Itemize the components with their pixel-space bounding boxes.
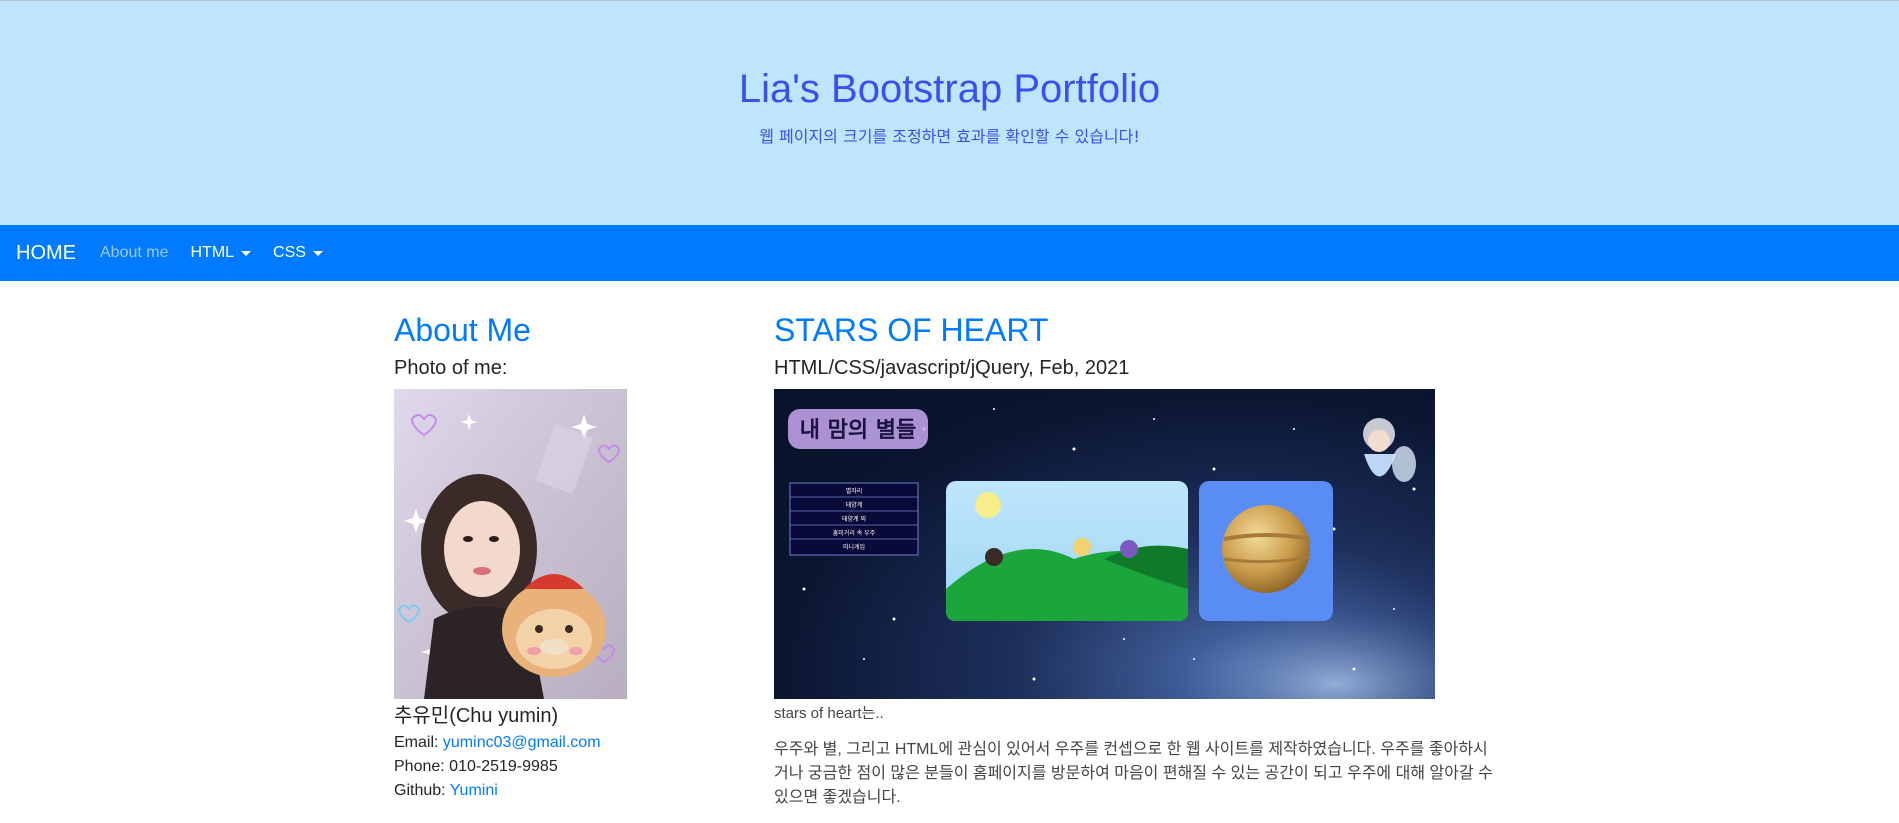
github-link[interactable]: Yumini <box>450 782 498 799</box>
caret-down-icon <box>241 250 252 256</box>
nav-css-label: CSS <box>273 244 306 261</box>
phone-row: Phone: 010-2519-9985 <box>394 758 558 776</box>
nav-about-link[interactable]: About me <box>100 244 168 262</box>
project-menu-item: 미니게임 <box>843 543 865 551</box>
email-label: Email: <box>394 734 439 751</box>
project-logo-text: 내 맘의 별들 <box>800 418 917 443</box>
project-menu-item: 태양계 외 <box>842 515 866 523</box>
site-title: Lia's Bootstrap Portfolio <box>738 67 1161 111</box>
nav-html-dropdown[interactable]: HTML <box>190 244 252 262</box>
github-label: Github: <box>394 782 446 799</box>
project-menu-item: 별자리 <box>846 487 863 495</box>
nav-html-label: HTML <box>190 244 235 261</box>
project-screenshot-illustration: 내 맘의 별들 별자리 태양계 태양계 외 흥미거리 속 우주 미니게임 <box>774 389 1435 699</box>
project-menu: 별자리 태양계 태양계 외 흥미거리 속 우주 미니게임 <box>789 482 919 556</box>
project-subtitle: HTML/CSS/javascript/jQuery, Feb, 2021 <box>774 357 1130 379</box>
project-screenshot: 내 맘의 별들 별자리 태양계 태양계 외 흥미거리 속 우주 미니게임 <box>774 389 1435 699</box>
site-subtitle: 웹 페이지의 크기를 조정하면 효과를 확인할 수 있습니다! <box>759 127 1140 146</box>
caret-down-icon <box>312 250 323 256</box>
photo-label: Photo of me: <box>394 357 508 379</box>
phone-label: Phone: <box>394 758 445 775</box>
project-description: 우주와 별, 그리고 HTML에 관심이 있어서 우주를 컨셉으로 한 웹 사이… <box>774 741 1493 806</box>
phone-value: 010-2519-9985 <box>449 758 558 775</box>
nav-css-dropdown[interactable]: CSS <box>273 244 323 262</box>
email-link[interactable]: yuminc03@gmail.com <box>443 734 601 751</box>
profile-name: 추유민(Chu yumin) <box>394 705 559 727</box>
project-title: STARS OF HEART <box>774 312 1049 348</box>
profile-photo-illustration <box>394 389 627 699</box>
nav-home-link[interactable]: HOME <box>16 242 76 265</box>
page: Lia's Bootstrap Portfolio 웹 페이지의 크기를 조정하… <box>0 0 1899 823</box>
github-row: Github: Yumini <box>394 782 498 800</box>
project-caption: stars of heart는.. <box>774 705 884 722</box>
email-row: Email: yuminc03@gmail.com <box>394 734 601 752</box>
project-menu-item: 흥미거리 속 우주 <box>833 529 876 537</box>
jumbotron: Lia's Bootstrap Portfolio 웹 페이지의 크기를 조정하… <box>0 0 1899 225</box>
profile-photo <box>394 389 627 699</box>
about-title: About Me <box>394 312 531 348</box>
project-menu-item: 태양계 <box>846 501 863 509</box>
navbar: HOME About me HTML CSS <box>0 225 1899 281</box>
